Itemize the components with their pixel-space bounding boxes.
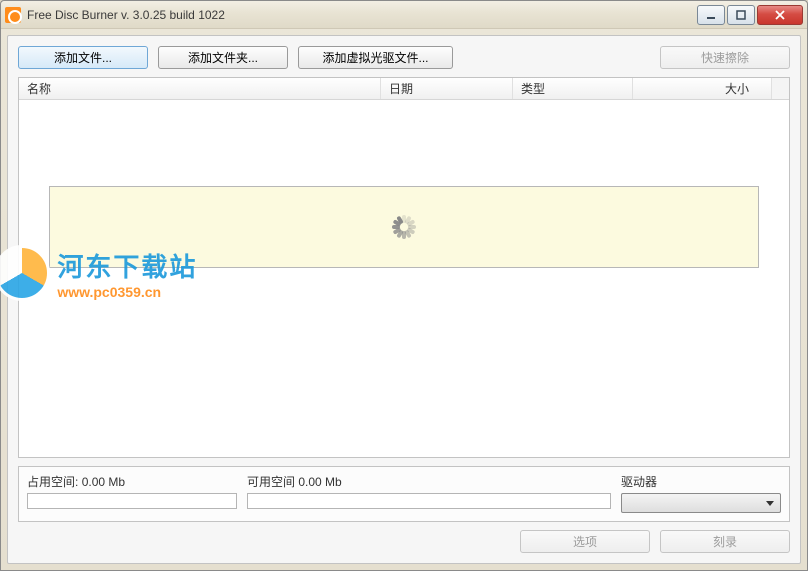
column-type[interactable]: 类型	[513, 78, 633, 99]
window-controls	[697, 5, 803, 25]
free-space-label: 可用空间 0.00 Mb	[247, 473, 611, 490]
close-icon	[775, 10, 785, 20]
app-icon	[5, 7, 21, 23]
add-iso-button[interactable]: 添加虚拟光驱文件...	[298, 46, 453, 69]
column-date[interactable]: 日期	[381, 78, 513, 99]
file-list: 名称 日期 类型 大小	[18, 77, 790, 458]
burn-button[interactable]: 刻录	[660, 530, 790, 553]
status-panel: 占用空间: 0.00 Mb 可用空间 0.00 Mb 驱动器	[18, 466, 790, 522]
titlebar: Free Disc Burner v. 3.0.25 build 1022	[1, 1, 807, 29]
add-folder-button[interactable]: 添加文件夹...	[158, 46, 288, 69]
options-button[interactable]: 选项	[520, 530, 650, 553]
column-name[interactable]: 名称	[19, 78, 381, 99]
free-space-value: 0.00 Mb	[298, 475, 341, 489]
used-space-progress	[27, 493, 237, 509]
used-space-label: 占用空间: 0.00 Mb	[27, 473, 237, 490]
quick-erase-button[interactable]: 快速擦除	[660, 46, 790, 69]
drive-group: 驱动器	[621, 473, 781, 513]
maximize-icon	[736, 10, 746, 20]
app-window: Free Disc Burner v. 3.0.25 build 1022 添加…	[0, 0, 808, 571]
minimize-icon	[706, 10, 716, 20]
header-scroll-gap	[772, 78, 789, 99]
list-header: 名称 日期 类型 大小	[19, 78, 789, 100]
close-button[interactable]	[757, 5, 803, 25]
used-space-group: 占用空间: 0.00 Mb	[27, 473, 237, 513]
drive-select[interactable]	[621, 493, 781, 513]
add-file-button[interactable]: 添加文件...	[18, 46, 148, 69]
spinner-icon	[391, 214, 417, 240]
free-space-progress	[247, 493, 611, 509]
loading-overlay	[49, 186, 759, 268]
drive-label: 驱动器	[621, 473, 781, 490]
column-size[interactable]: 大小	[633, 78, 772, 99]
content-area: 添加文件... 添加文件夹... 添加虚拟光驱文件... 快速擦除 名称 日期 …	[7, 35, 801, 564]
minimize-button[interactable]	[697, 5, 725, 25]
free-space-group: 可用空间 0.00 Mb	[247, 473, 611, 513]
footer-buttons: 选项 刻录	[18, 530, 790, 553]
toolbar: 添加文件... 添加文件夹... 添加虚拟光驱文件... 快速擦除	[18, 46, 790, 69]
window-title: Free Disc Burner v. 3.0.25 build 1022	[27, 8, 697, 22]
maximize-button[interactable]	[727, 5, 755, 25]
used-space-value: 0.00 Mb	[82, 475, 125, 489]
